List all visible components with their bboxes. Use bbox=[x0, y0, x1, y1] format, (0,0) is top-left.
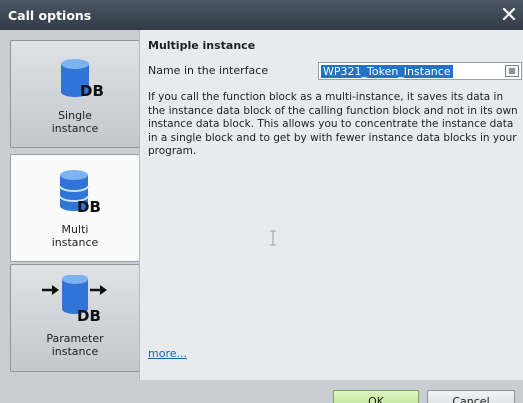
svg-text:DB: DB bbox=[80, 82, 104, 100]
ok-button[interactable]: OK bbox=[333, 390, 419, 403]
title-bar: Call options bbox=[0, 0, 523, 30]
svg-text:DB: DB bbox=[77, 198, 101, 216]
call-options-dialog: Call options DB Single instance DB Multi… bbox=[0, 0, 523, 403]
parameter-instance-label-line1: Parameter bbox=[46, 332, 104, 345]
options-content-panel: Multiple instance Name in the interface … bbox=[139, 30, 523, 380]
cancel-button[interactable]: Cancel bbox=[427, 390, 515, 403]
parameter-instance-label-line2: instance bbox=[51, 345, 99, 358]
close-icon bbox=[502, 7, 516, 21]
parameter-db-icon: DB bbox=[11, 275, 139, 325]
multi-instance-label-line1: Multi bbox=[61, 223, 89, 236]
text-cursor-icon bbox=[269, 230, 277, 249]
description-text: If you call the function block as a mult… bbox=[148, 91, 518, 158]
instance-type-sidebar: DB Single instance DB Multi instance DB … bbox=[4, 30, 149, 380]
multi-instance-label-line2: instance bbox=[51, 236, 99, 249]
more-link[interactable]: more... bbox=[148, 347, 187, 360]
close-button[interactable] bbox=[499, 4, 519, 24]
name-in-interface-input[interactable]: WP321_Token_Instance bbox=[318, 62, 522, 80]
svg-text:DB: DB bbox=[77, 307, 101, 325]
dialog-footer: OK Cancel bbox=[0, 380, 523, 403]
single-db-icon: DB bbox=[11, 58, 139, 102]
name-in-interface-label: Name in the interface bbox=[148, 64, 269, 77]
section-heading: Multiple instance bbox=[148, 39, 256, 52]
window-title: Call options bbox=[8, 8, 92, 23]
name-input-value: WP321_Token_Instance bbox=[321, 65, 453, 78]
list-picker-icon[interactable] bbox=[505, 65, 519, 77]
single-instance-option[interactable]: DB Single instance bbox=[10, 40, 140, 148]
multi-db-icon: DB bbox=[11, 170, 139, 216]
single-instance-label-line2: instance bbox=[51, 122, 99, 135]
multi-instance-option[interactable]: DB Multi instance bbox=[10, 154, 140, 262]
single-instance-label-line1: Single bbox=[58, 109, 92, 122]
parameter-instance-option[interactable]: DB Parameter instance bbox=[10, 264, 140, 372]
